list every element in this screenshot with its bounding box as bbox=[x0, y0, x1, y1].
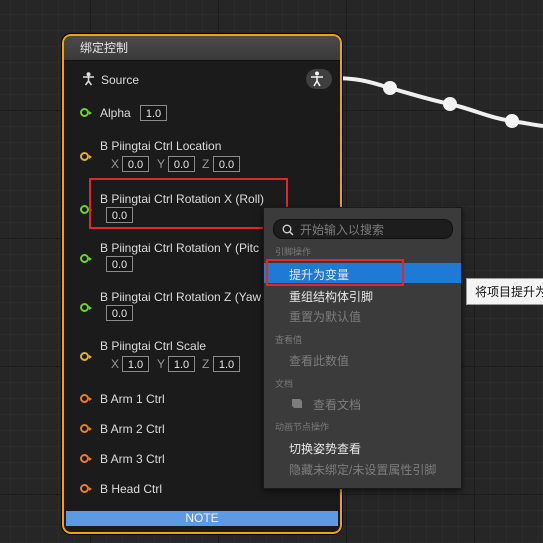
menu-section-anim-node: 动画节点操作 bbox=[275, 422, 330, 432]
source-label: Source bbox=[101, 73, 140, 87]
menu-section-docs: 文档 bbox=[275, 379, 294, 389]
menu-section-pin-actions: 引脚操作 bbox=[275, 247, 312, 257]
arm1-pin-icon[interactable] bbox=[80, 394, 92, 403]
rotation-x-pin-icon[interactable] bbox=[80, 205, 92, 214]
wire-reroute-knot[interactable] bbox=[383, 81, 397, 95]
highlight-rotation-x bbox=[89, 178, 288, 229]
note-bar[interactable]: NOTE bbox=[66, 511, 338, 526]
node-title[interactable]: 绑定控制 bbox=[64, 36, 340, 61]
pose-icon bbox=[82, 72, 95, 91]
arm3-label: B Arm 3 Ctrl bbox=[100, 452, 165, 466]
rotation-z-label: B Piingtai Ctrl Rotation Z (Yaw bbox=[100, 290, 262, 304]
location-y-input[interactable]: 0.0 bbox=[168, 156, 195, 172]
scale-y-input[interactable]: 1.0 bbox=[168, 356, 195, 372]
location-z-label: Z bbox=[202, 157, 210, 171]
location-x-input[interactable]: 0.0 bbox=[122, 156, 149, 172]
menu-search-box[interactable]: 开始输入以搜索 bbox=[273, 219, 453, 239]
menu-item-reset-default[interactable]: 重置为默认值 bbox=[289, 308, 361, 325]
location-y-label: Y bbox=[157, 157, 166, 171]
context-menu: 开始输入以搜索 引脚操作 提升为变量 重组结构体引脚 重置为默认值 查看值 查看… bbox=[263, 207, 462, 489]
arm3-pin-icon[interactable] bbox=[80, 454, 92, 463]
alpha-input[interactable]: 1.0 bbox=[140, 105, 167, 121]
arm2-label: B Arm 2 Ctrl bbox=[100, 422, 165, 436]
pose-output-pin-icon[interactable] bbox=[306, 69, 332, 89]
menu-item-split-struct-pin[interactable]: 重组结构体引脚 bbox=[289, 288, 373, 305]
arm2-pin-icon[interactable] bbox=[80, 424, 92, 433]
menu-item-view-docs[interactable]: 查看文档 bbox=[313, 396, 361, 413]
rotation-z-input[interactable]: 0.0 bbox=[106, 305, 133, 321]
wire-reroute-knot[interactable] bbox=[443, 97, 457, 111]
book-icon bbox=[290, 396, 304, 414]
location-z-input[interactable]: 0.0 bbox=[213, 156, 240, 172]
menu-search-placeholder: 开始输入以搜索 bbox=[300, 223, 385, 237]
scale-y-label: Y bbox=[157, 357, 166, 371]
scale-label: B Piingtai Ctrl Scale bbox=[100, 339, 207, 353]
menu-item-hide-unbound-pins[interactable]: 隐藏未绑定/未设置属性引脚 bbox=[289, 461, 436, 478]
highlight-promote-item bbox=[266, 259, 404, 286]
tooltip: 将项目提升为 bbox=[466, 278, 543, 305]
head-pin-icon[interactable] bbox=[80, 484, 92, 493]
scale-x-input[interactable]: 1.0 bbox=[122, 356, 149, 372]
arm1-label: B Arm 1 Ctrl bbox=[100, 392, 165, 406]
scale-pin-icon[interactable] bbox=[80, 352, 92, 361]
rotation-y-label: B Piingtai Ctrl Rotation Y (Pitc bbox=[100, 241, 259, 255]
scale-z-input[interactable]: 1.0 bbox=[213, 356, 240, 372]
wire-reroute-knot[interactable] bbox=[505, 114, 519, 128]
alpha-pin-icon[interactable] bbox=[80, 108, 92, 117]
scale-z-label: Z bbox=[202, 357, 210, 371]
menu-item-view-value[interactable]: 查看此数值 bbox=[289, 352, 349, 369]
head-label: B Head Ctrl bbox=[100, 482, 163, 496]
menu-section-view-value: 查看值 bbox=[275, 335, 303, 345]
location-label: B Piingtai Ctrl Location bbox=[100, 139, 222, 153]
search-icon bbox=[282, 223, 294, 241]
scale-x-label: X bbox=[111, 357, 120, 371]
menu-item-toggle-pose-watch[interactable]: 切换姿势查看 bbox=[289, 440, 361, 457]
location-pin-icon[interactable] bbox=[80, 152, 92, 161]
rotation-y-pin-icon[interactable] bbox=[80, 254, 92, 263]
rotation-y-input[interactable]: 0.0 bbox=[106, 256, 133, 272]
location-x-label: X bbox=[111, 157, 120, 171]
rotation-z-pin-icon[interactable] bbox=[80, 303, 92, 312]
alpha-label: Alpha bbox=[100, 106, 131, 120]
